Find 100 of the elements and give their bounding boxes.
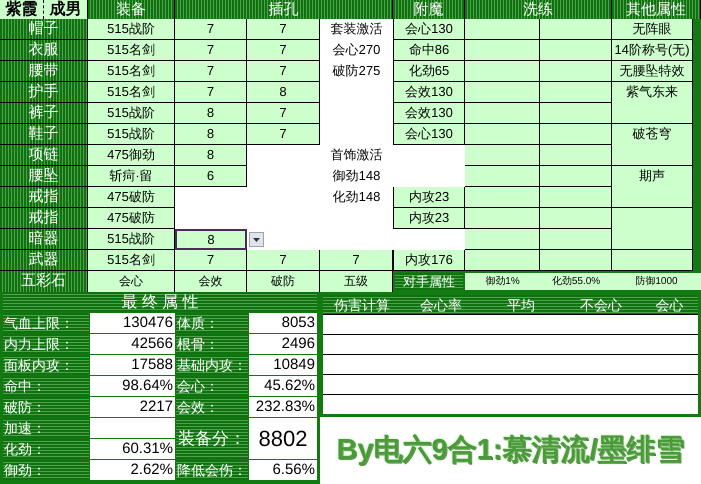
stat-value: 17588	[90, 355, 175, 375]
stat-value: 2217	[90, 397, 175, 417]
attribute-cell: 无腰坠特效	[612, 61, 693, 82]
column-header: 会心	[654, 296, 684, 314]
socket-cell[interactable]: 7	[247, 103, 320, 124]
table-cell	[540, 82, 612, 103]
socket-cell[interactable]: 7	[175, 19, 247, 40]
caret-icon	[253, 238, 260, 242]
slot-label: 帽子	[0, 19, 88, 40]
table-cell: 五级	[320, 271, 393, 292]
table-cell	[540, 208, 612, 229]
stat-value: 42566	[90, 334, 175, 354]
table-cell: 破防	[247, 271, 320, 292]
table-cell: 515战阶	[88, 229, 175, 250]
bonus-value: 御劲148	[332, 167, 382, 185]
bonus-value: 会心270	[332, 41, 382, 59]
column-header: 其他属性	[612, 0, 701, 19]
bonus-value: 化劲148	[332, 188, 382, 206]
table-cell: 515名剑	[88, 40, 175, 61]
socket-cell[interactable]: 7	[247, 250, 320, 271]
dropdown-button[interactable]	[249, 232, 264, 247]
socket-cell[interactable]: 8	[175, 124, 247, 145]
stat-label: 化劲：	[3, 439, 89, 459]
stat-value: 10849	[249, 355, 317, 375]
table-cell: 475御劲	[88, 145, 175, 166]
socket-cell[interactable]: 7	[247, 61, 320, 82]
slot-label: 暗器	[0, 229, 88, 250]
stat-value: 6.56%	[249, 460, 317, 480]
socket-cell[interactable]: 7	[175, 40, 247, 61]
table-cell: 内攻176	[393, 250, 465, 271]
slot-label: 裤子	[0, 103, 88, 124]
stat-value: 8053	[249, 313, 317, 333]
opponent-value: 化劲55.0%	[540, 271, 612, 292]
attribute-cell: 14阶称号(无)	[612, 40, 693, 61]
table-cell	[540, 229, 612, 250]
body-type-label: 成男	[48, 0, 82, 19]
stat-label: 气血上限：	[3, 313, 89, 333]
column-header: 附魔	[393, 0, 465, 19]
socket-cell[interactable]: 8	[175, 229, 247, 250]
slot-label: 护手	[0, 82, 88, 103]
attribute-cell: 紫气东来	[612, 82, 693, 124]
socket-cell[interactable]: 7	[175, 82, 247, 103]
table-cell: 515战阶	[88, 124, 175, 145]
score-value: 8802	[249, 418, 317, 459]
socket-cell[interactable]: 8	[175, 145, 247, 166]
table-cell: 475破防	[88, 208, 175, 229]
section-title: 最 终 属 性	[3, 292, 317, 312]
column-header: 装备	[88, 0, 175, 19]
attribute-cell: 破苍穹	[612, 124, 693, 166]
table-cell	[540, 40, 612, 61]
stat-label: 体质：	[176, 313, 248, 333]
stat-label: 破防：	[3, 397, 89, 417]
socket-cell[interactable]: 7	[320, 250, 393, 271]
stat-label: 御劲：	[3, 460, 89, 480]
table-cell	[540, 124, 612, 145]
stat-value: 2496	[249, 334, 317, 354]
slot-label: 五彩石	[0, 271, 88, 292]
opponent-value: 防御1000	[612, 271, 701, 292]
slot-label: 衣服	[0, 40, 88, 61]
table-cell	[540, 19, 612, 40]
table-cell: 化劲65	[393, 61, 465, 82]
socket-cell[interactable]: 8	[175, 103, 247, 124]
table-cell: 515战阶	[88, 103, 175, 124]
stat-value: 2.62%	[90, 460, 175, 480]
attribute-cell: 无阵眼	[612, 19, 693, 40]
table-cell: 会效130	[393, 103, 465, 124]
table-cell	[540, 166, 612, 187]
socket-cell[interactable]: 8	[247, 82, 320, 103]
bonus-title: 套装激活	[330, 20, 384, 38]
table-cell	[540, 61, 612, 82]
opponent-value: 御劲1%	[465, 271, 540, 292]
column-header: 平均	[506, 296, 536, 314]
table-cell: 命中86	[393, 40, 465, 61]
stat-value: 130476	[90, 313, 175, 333]
table-cell: 内攻23	[393, 187, 465, 208]
stat-label: 命中：	[3, 376, 89, 396]
socket-cell[interactable]: 7	[175, 250, 247, 271]
attribute-cell: 期声	[612, 166, 693, 208]
slot-label: 鞋子	[0, 124, 88, 145]
table-cell: 475破防	[88, 187, 175, 208]
socket-cell[interactable]: 7	[247, 124, 320, 145]
slot-label: 武器	[0, 250, 88, 271]
socket-cell[interactable]: 7	[175, 61, 247, 82]
column-header: 洗练	[465, 0, 612, 19]
score-label: 装备分：	[176, 418, 248, 459]
socket-cell[interactable]: 6	[175, 166, 247, 187]
slot-label: 项链	[0, 145, 88, 166]
table-cell	[540, 187, 612, 208]
slot-label: 腰坠	[0, 166, 88, 187]
column-header: 伤害计算	[333, 296, 391, 314]
column-header: 不会心	[579, 296, 623, 314]
stat-label: 降低会伤：	[176, 460, 248, 480]
stat-label: 面板内攻：	[3, 355, 89, 375]
bonus-value: 破防275	[332, 62, 382, 80]
stat-label: 会心：	[176, 376, 248, 396]
socket-cell[interactable]: 7	[247, 19, 320, 40]
credit-text: By电六9合1:慕清流/墨绯雪	[336, 436, 685, 465]
stat-value: 98.64%	[90, 376, 175, 396]
socket-cell[interactable]: 7	[247, 40, 320, 61]
table-cell: 会心130	[393, 124, 465, 145]
